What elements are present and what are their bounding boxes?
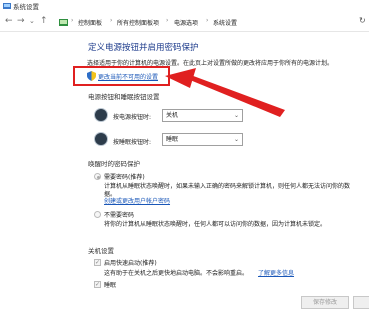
fast-startup-description: 这有助于在关机之后更快地启动电脑。不会影响重启。	[104, 270, 249, 277]
window-title: 系统设置	[13, 3, 39, 11]
section-title-shutdown: 关机设置	[88, 247, 114, 255]
breadcrumb-control-panel[interactable]: 控制面板	[78, 18, 102, 27]
section-title-power-buttons: 电源按钮和睡眠按钮设置	[88, 93, 160, 101]
fast-startup-label: 启用快速启动(推荐)	[104, 260, 157, 267]
power-button-value: 关机	[166, 112, 179, 119]
recent-locations-button[interactable]: ⌄	[29, 15, 35, 27]
sleep-button-value: 睡眠	[166, 136, 179, 143]
refresh-button[interactable]: ↻	[359, 16, 366, 25]
highlight-box	[73, 66, 170, 86]
forward-button[interactable]: →	[17, 15, 25, 27]
breadcrumb-separator: ›	[71, 17, 74, 24]
power-button-label: 按电源按钮时:	[113, 114, 152, 121]
control-panel-icon	[59, 19, 68, 26]
power-button-icon	[94, 108, 108, 122]
sleep-button-label: 按睡眠按钮时:	[113, 139, 152, 146]
navigation-bar: ← → ⌄ ↑ › 控制面板 › 所有控制面板项 › 电源选项 › 系统设置 ↻	[0, 14, 369, 32]
require-password-radio[interactable]	[94, 173, 101, 180]
breadcrumb-separator: ›	[166, 17, 169, 24]
require-password-label: 需要密码(推荐)	[104, 174, 145, 181]
no-password-description: 将你的计算机从睡眠状态唤醒时，任何人都可以访问你的数据，因为计算机未锁定。	[104, 221, 327, 228]
breadcrumb-power-options[interactable]: 电源选项	[174, 18, 198, 27]
page-title: 定义电源按钮并启用密码保护	[88, 43, 199, 53]
no-password-radio[interactable]	[94, 211, 101, 218]
title-bar: 系统设置	[0, 0, 369, 14]
learn-more-link[interactable]: 了解更多信息	[258, 268, 294, 277]
sleep-checkbox[interactable]: ✓	[94, 281, 101, 288]
breadcrumb-all-items[interactable]: 所有控制面板项	[117, 18, 159, 27]
require-password-description: 计算机从睡眠状态唤醒时，如果未输入正确的密码来解锁计算机，则任何人都无法访问你的…	[104, 183, 351, 190]
up-button[interactable]: ↑	[40, 15, 48, 27]
back-button[interactable]: ←	[5, 15, 13, 27]
user-account-password-link[interactable]: 创建或更改用户帐户密码	[104, 196, 170, 205]
chevron-down-icon: ⌄	[233, 112, 239, 119]
section-title-wake-password: 唤醒时的密码保护	[88, 160, 140, 168]
no-password-label: 不需要密码	[104, 212, 135, 219]
chevron-down-icon: ⌄	[233, 136, 239, 143]
sleep-checkbox-label: 睡眠	[104, 282, 117, 289]
cancel-button[interactable]	[353, 296, 369, 309]
sleep-button-select[interactable]: 睡眠 ⌄	[162, 133, 243, 146]
fast-startup-checkbox[interactable]: ✓	[94, 259, 101, 266]
breadcrumb-separator: ›	[110, 17, 113, 24]
save-changes-button[interactable]: 保存修改	[301, 296, 349, 309]
power-button-select[interactable]: 关机 ⌄	[162, 109, 243, 122]
control-panel-icon	[3, 3, 11, 9]
breadcrumb-separator: ›	[206, 17, 209, 24]
sleep-button-icon	[94, 132, 108, 146]
breadcrumb-system-settings[interactable]: 系统设置	[213, 18, 237, 27]
